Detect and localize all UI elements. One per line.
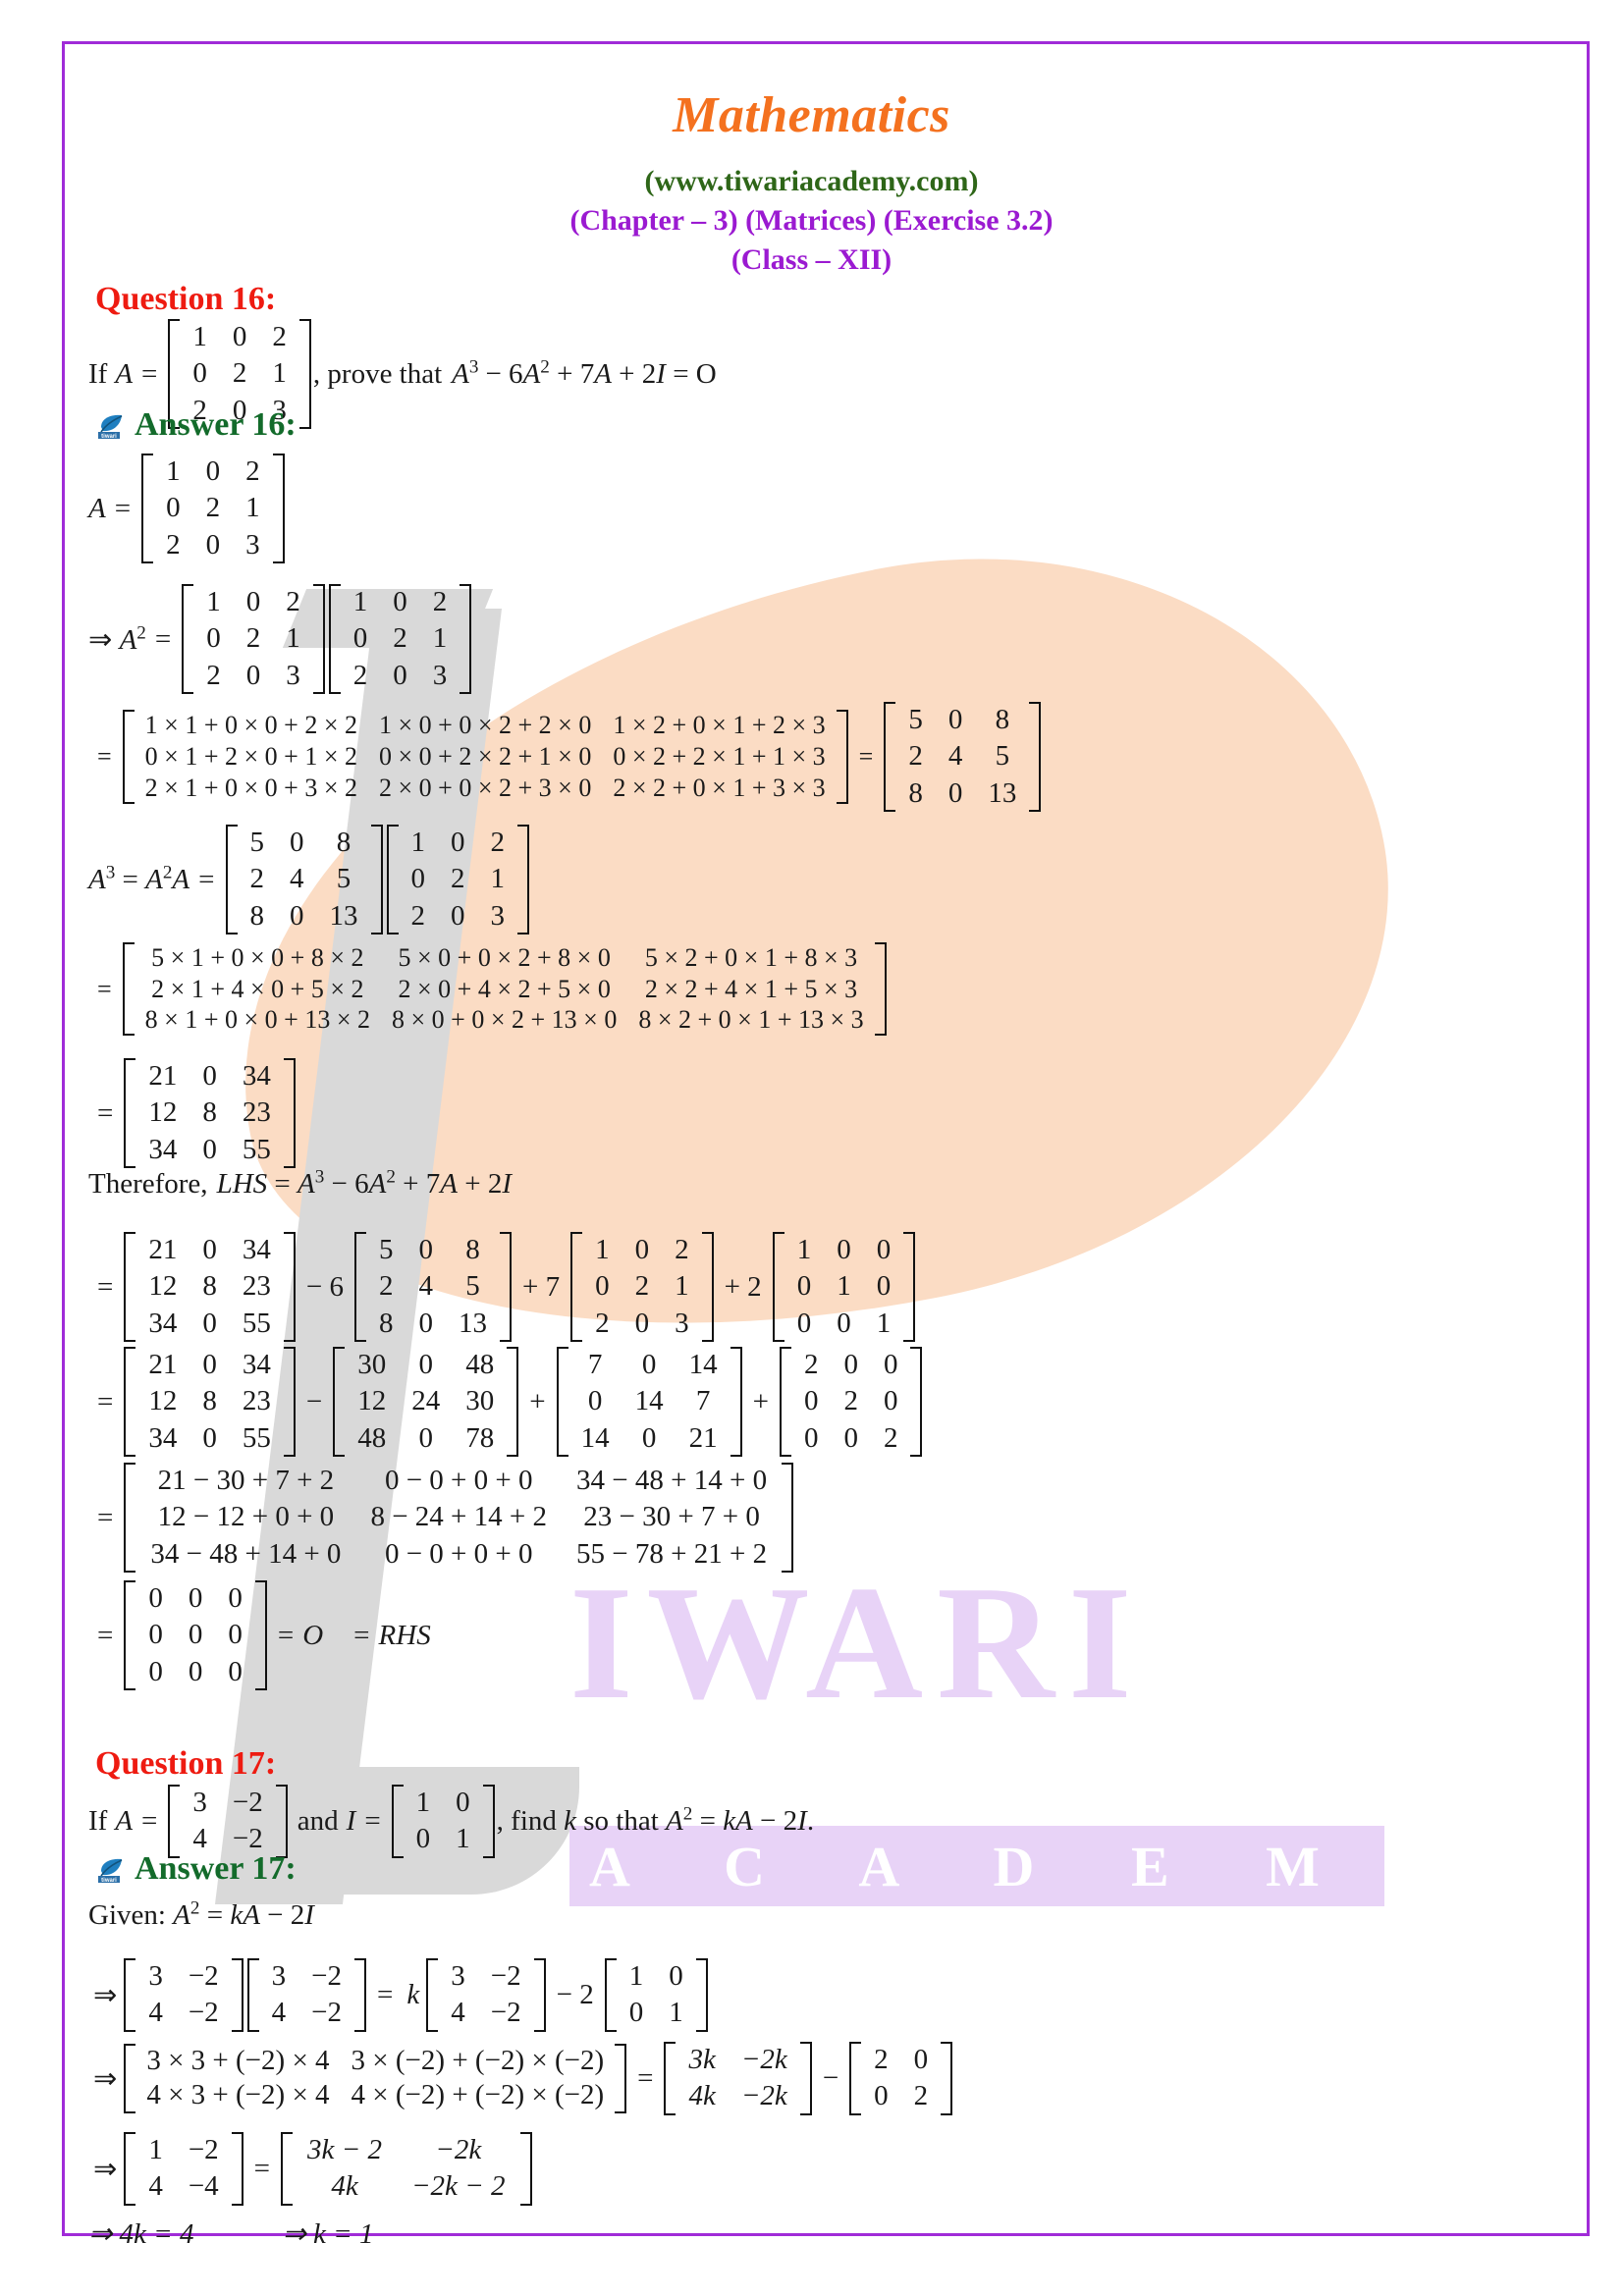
q16-A-matrix: 102 021 203	[141, 454, 285, 564]
tiwari-leaf-icon-2: tiwari	[95, 1854, 129, 1884]
q17-matrix-rhs: 3k − 2 −2k 4k −2k − 2	[281, 2132, 532, 2206]
q16-A2-factor1: 102 021 203	[182, 584, 325, 695]
q16-A3-lead: A3 = A2A	[88, 861, 190, 895]
document-page: IWARI A C A D E M Y Mathematics (www.tiw…	[0, 0, 1623, 2296]
q16-sum-expansion-row: = 21 − 30 + 7 + 20 − 0 + 0 + 0 34 − 48 + …	[88, 1463, 795, 1574]
q16-if-text: If	[88, 357, 108, 390]
q16-RHS-symbol: RHS	[378, 1619, 431, 1651]
q16-A2-expansion-row: = 1 × 1 + 0 × 0 + 2 × 21 × 0 + 0 × 2 + 2…	[88, 702, 1043, 813]
q16-O-symbol: O	[302, 1619, 324, 1651]
question-17-statement: If A = 3 −2 4 −2 and I = 10 01 , find k …	[88, 1785, 814, 1858]
q17-matrix-2I: 20 02	[849, 2042, 953, 2115]
q16-lhs-A2: 508 245 8 0 13	[353, 1232, 512, 1343]
class-subtitle: (Class – XII)	[730, 243, 893, 276]
q16-zero-matrix: 000 000 000	[124, 1580, 267, 1691]
q16-A2-result-matrix: 508 245 8 0 13	[884, 702, 1042, 813]
q16-A3-result-matrix: 21 0 34 12 8 23 34 0 55	[124, 1058, 296, 1169]
q17-A2-result: 1 −2 4 −4	[124, 2132, 243, 2206]
q16-lhs-A3: 21 0 34 12 8 23 34 0 55	[124, 1232, 296, 1343]
q16-scaled-matrices-row: = 21 0 34 12 8 23 34 0 55 − 30 0 48 12 24 30 48 0 78	[88, 1347, 924, 1458]
q16-sum-expansion-matrix: 21 − 30 + 7 + 20 − 0 + 0 + 0 34 − 48 + 14…	[124, 1463, 794, 1574]
q16-zero-result-row: = 000 000 000 = O = RHS	[88, 1580, 431, 1691]
chapter-subtitle: (Chapter – 3) (Matrices) (Exercise 3.2)	[569, 204, 1054, 237]
q17-final-equation: ⇒ 4k = 4	[88, 2218, 194, 2250]
svg-text:tiwari: tiwari	[101, 1878, 117, 1883]
q16-A2-factor2: 102 021 203	[328, 584, 472, 695]
q17-final-k-value: ⇒ k = 1	[282, 2218, 374, 2250]
q16-A-definition: A = 102 021 203	[88, 454, 287, 564]
svg-text:tiwari: tiwari	[101, 434, 117, 439]
q16-expr-rest: − 6A2 + 7A + 2I = O	[485, 355, 717, 390]
document-content: Mathematics (www.tiwariacademy.com) (Cha…	[0, 0, 1623, 2296]
q17-step2-expansion: 3 × 3 + (−2) × 43 × (−2) + (−2) × (−2) 4…	[124, 2044, 627, 2113]
q16-scalar-plus7: + 7	[521, 1270, 561, 1303]
q16-scaled-6A2: 30 0 48 12 24 30 48 0 78	[333, 1347, 519, 1458]
question-16-label: Question 16:	[95, 281, 277, 317]
answer-17-label: tiwari Answer 17:	[95, 1850, 297, 1888]
q16-prove-text: , prove that	[312, 357, 443, 390]
q17-step1-A2: 3 −2 4 −2	[246, 1958, 367, 2032]
q16-lhs-A: 102 021 203	[570, 1232, 714, 1343]
q17-and-text: and	[297, 1804, 339, 1837]
q17-final-row: ⇒ 4k = 4 ⇒ k = 1	[88, 2216, 374, 2251]
q17-step1-arrow: ⇒	[93, 1979, 118, 2011]
tiwari-leaf-icon: tiwari	[95, 410, 129, 440]
q16-A2-lead: ⇒ A2	[88, 621, 146, 656]
q17-matrix-A: 3 −2 4 −2	[168, 1785, 288, 1858]
q16-scaled-2I: 200 020 002	[779, 1347, 923, 1458]
q17-given-line: Given: A2 = kA − 2I	[88, 1897, 314, 1932]
q17-find-k-text: , find k so that A2 = kA − 2I.	[496, 1803, 815, 1837]
answer-17-text: Answer 17:	[135, 1850, 297, 1887]
q16-scalar-plus2: + 2	[724, 1270, 762, 1303]
question-17-label: Question 17:	[95, 1745, 277, 1782]
q16-A3-result-row: = 21 0 34 12 8 23 34 0 55	[88, 1058, 298, 1169]
q16-scaled-7A: 7 0 14 0 14 7 14 0 21	[556, 1347, 742, 1458]
q16-therefore-line: Therefore, LHS = A3 − 6A2 + 7A + 2I	[88, 1166, 513, 1201]
q17-step2-minus: −	[822, 2061, 839, 2094]
q17-step1-A1: 3 −2 4 −2	[124, 1958, 243, 2032]
q16-A3-factor2: 102 021 203	[386, 825, 529, 935]
q17-if-text: If	[88, 1804, 108, 1837]
q16-A2-expansion-matrix: 1 × 1 + 0 × 0 + 2 × 21 × 0 + 0 × 2 + 2 ×…	[122, 710, 848, 804]
q17-step1-k: k	[406, 1978, 420, 2010]
q16-equals: =	[141, 357, 158, 390]
page-title: Mathematics	[673, 87, 950, 143]
q16-scalar-minus6: − 6	[305, 1270, 344, 1303]
q16-A3-product: A3 = A2A = 508 245 8 0 13 102 021 203	[88, 825, 531, 935]
q17-given-text: Given: A2 = kA − 2I	[88, 1897, 314, 1931]
q16-A2-product: ⇒ A2 = 102 021 203 102 021 203	[88, 584, 473, 695]
q17-step3-equals: =	[253, 2152, 271, 2184]
q17-var-I: I	[346, 1804, 356, 1837]
q16-A3-expansion-row: = 5 × 1 + 0 × 0 + 8 × 25 × 0 + 0 × 2 + 8…	[88, 942, 889, 1037]
q16-lhs-I: 100 010 001	[772, 1232, 916, 1343]
q16-A-symbol: A	[88, 492, 106, 524]
q17-step1-I: 10 01	[604, 1958, 708, 2032]
q16-lhs-matrices-row: = 21 0 34 12 8 23 34 0 55 − 6 508 245 8 0 13	[88, 1232, 917, 1343]
q17-step2-arrow: ⇒	[93, 2062, 118, 2095]
answer-16-label: tiwari Answer 16:	[95, 406, 297, 444]
website-url: (www.tiwariacademy.com)	[644, 165, 979, 197]
q17-matrix-I: 10 01	[391, 1785, 495, 1858]
q16-var-A: A	[115, 357, 134, 390]
q16-lhs-expression: LHS = A3 − 6A2 + 7A + 2I	[216, 1166, 513, 1200]
q16-expr-A3: A	[452, 357, 469, 390]
q17-step1-equals: =	[377, 1978, 394, 2010]
q17-var-A: A	[115, 1804, 134, 1837]
q17-matrix-kA: 3k −2k 4k −2k	[664, 2042, 812, 2115]
q16-A3-factor1: 508 245 8 0 13	[225, 825, 383, 935]
answer-16-text: Answer 16:	[135, 406, 297, 443]
q16-scaled-A3: 21 0 34 12 8 23 34 0 55	[124, 1347, 296, 1458]
q17-step2-equals: =	[637, 2061, 654, 2094]
q17-step3-arrow: ⇒	[93, 2153, 118, 2185]
q16-therefore-text: Therefore,	[88, 1168, 208, 1200]
q17-step2-row: ⇒ 3 × 3 + (−2) × 43 × (−2) + (−2) × (−2)…	[88, 2042, 954, 2115]
q16-A3-expansion-matrix: 5 × 1 + 0 × 0 + 8 × 25 × 0 + 0 × 2 + 8 ×…	[122, 942, 887, 1037]
q17-step1-row: ⇒ 3 −2 4 −2 3 −2 4 −2 = k 3 −2 4 −2 − 2 …	[88, 1958, 710, 2032]
q17-step1-kA: 3 −2 4 −2	[426, 1958, 546, 2032]
q17-step1-minus2: − 2	[556, 1978, 594, 2010]
q17-step3-row: ⇒ 1 −2 4 −4 = 3k − 2 −2k 4k −2k − 2	[88, 2132, 534, 2206]
